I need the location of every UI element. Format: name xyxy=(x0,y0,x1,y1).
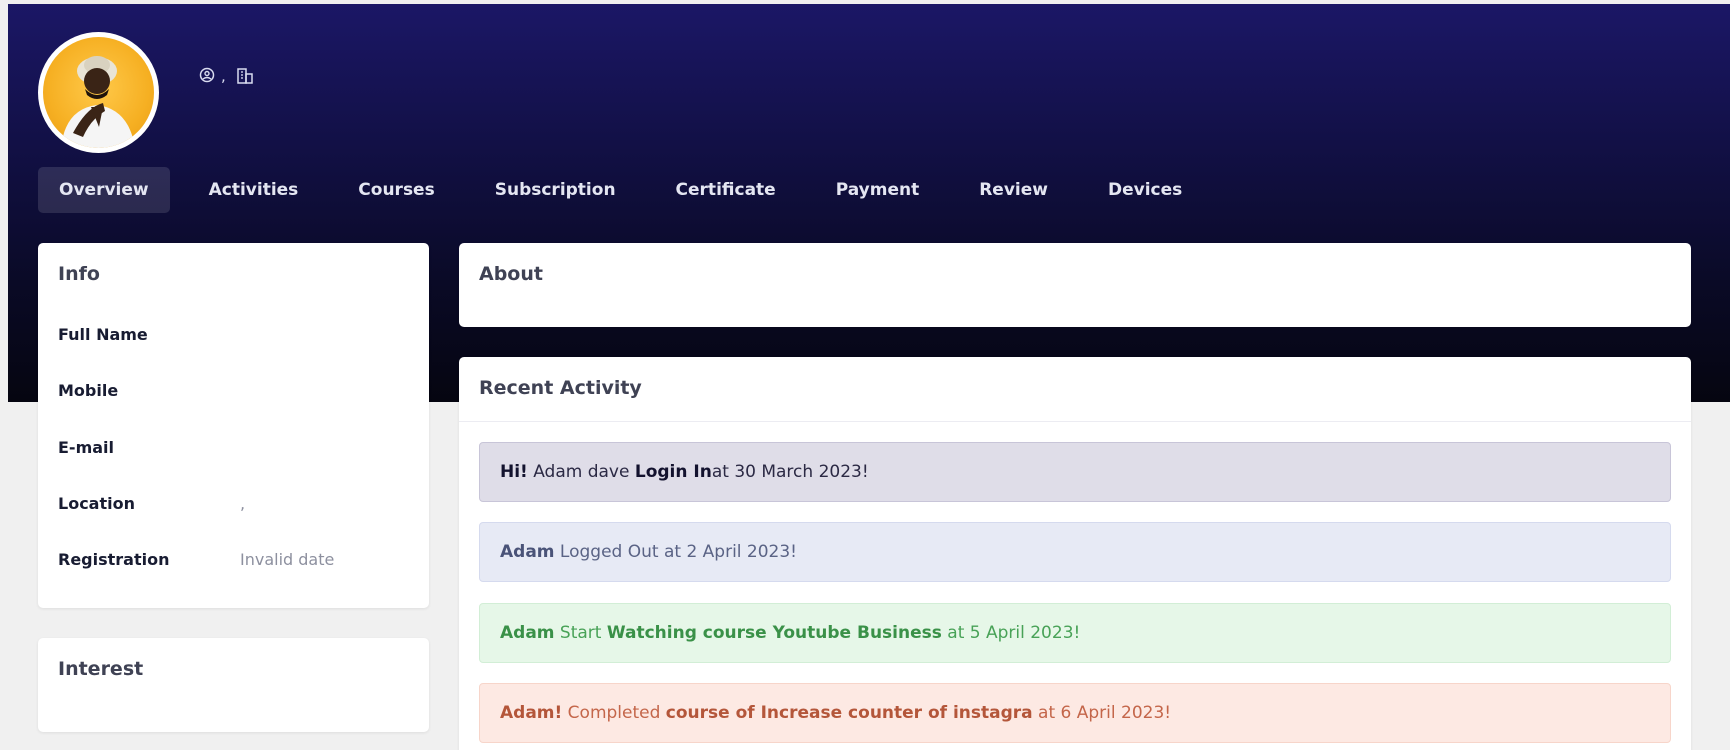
recent-activity-title: Recent Activity xyxy=(479,377,642,399)
tab-activities[interactable]: Activities xyxy=(188,167,320,213)
tab-devices[interactable]: Devices xyxy=(1087,167,1203,213)
activity-text: at 5 April 2023! xyxy=(941,623,1081,643)
activity-item-watching: Adam Start Watching course Youtube Busin… xyxy=(479,603,1671,663)
activity-emphasis: Adam! xyxy=(500,703,563,723)
activity-item-login: Hi! Adam dave Login Inat 30 March 2023! xyxy=(479,442,1671,502)
info-label: E-mail xyxy=(58,438,115,457)
activity-item-completed: Adam! Completed course of Increase count… xyxy=(479,683,1671,743)
info-value: Invalid date xyxy=(240,550,335,569)
avatar-photo xyxy=(43,37,154,148)
activity-emphasis: Watching course Youtube Business xyxy=(606,623,942,643)
activity-item-logout: Adam Logged Out at 2 April 2023! xyxy=(479,522,1671,582)
interest-title: Interest xyxy=(58,658,144,680)
info-card: Info Full Name Mobile E-mail Location , … xyxy=(38,243,429,608)
info-label: Mobile xyxy=(58,381,119,400)
activity-text: at 6 April 2023! xyxy=(1032,703,1172,723)
info-value: , xyxy=(240,494,246,513)
profile-tabs: Overview Activities Courses Subscription… xyxy=(38,167,1221,213)
profile-meta: , xyxy=(199,67,254,85)
tab-certificate[interactable]: Certificate xyxy=(655,167,797,213)
tab-payment[interactable]: Payment xyxy=(815,167,941,213)
info-title: Info xyxy=(58,263,100,285)
activity-emphasis: Adam xyxy=(500,623,555,643)
tab-overview[interactable]: Overview xyxy=(38,167,170,213)
about-title: About xyxy=(479,263,543,285)
tab-courses[interactable]: Courses xyxy=(337,167,455,213)
activity-text: Adam dave xyxy=(527,462,635,482)
divider xyxy=(459,421,1691,422)
activity-text: Completed xyxy=(562,703,666,723)
activity-emphasis: Login In xyxy=(634,462,712,482)
location-pin-icon xyxy=(199,67,215,85)
recent-activity-card: Recent Activity Hi! Adam dave Login Inat… xyxy=(459,357,1691,750)
interest-card: Interest xyxy=(38,638,429,732)
tab-review[interactable]: Review xyxy=(958,167,1069,213)
activity-emphasis: Adam xyxy=(500,542,555,562)
avatar[interactable] xyxy=(38,32,159,153)
info-label: Location xyxy=(58,494,135,513)
activity-text: Logged Out at 2 April 2023! xyxy=(554,542,797,562)
about-card: About xyxy=(459,243,1691,327)
activity-emphasis: Hi! xyxy=(500,462,528,482)
location-separator: , xyxy=(221,67,226,85)
building-icon xyxy=(236,67,254,85)
activity-text: Start xyxy=(554,623,607,643)
tab-subscription[interactable]: Subscription xyxy=(474,167,637,213)
activity-emphasis: course of Increase counter of instagra xyxy=(665,703,1033,723)
info-label: Full Name xyxy=(58,325,148,344)
activity-text: at 30 March 2023! xyxy=(711,462,869,482)
info-label: Registration xyxy=(58,550,170,569)
